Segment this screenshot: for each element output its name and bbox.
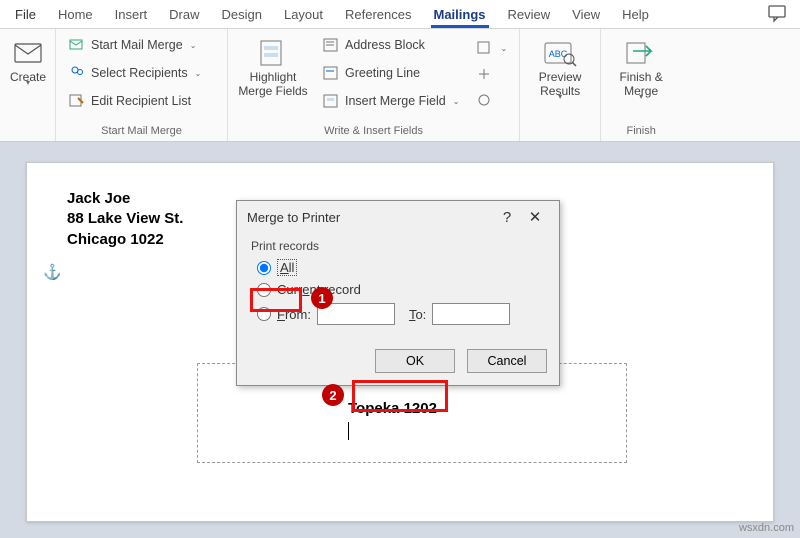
group-label-start-mail-merge: Start Mail Merge <box>64 122 219 141</box>
preview-results-button[interactable]: ABC Preview Results ▾ <box>528 33 592 103</box>
annotation-badge-2: 2 <box>322 384 344 406</box>
select-recipients-button[interactable]: Select Recipients ⌄ <box>64 61 205 85</box>
chevron-down-icon: ▾ <box>26 78 30 87</box>
tab-insert[interactable]: Insert <box>104 3 159 26</box>
edit-recipient-list-button[interactable]: Edit Recipient List <box>64 89 205 113</box>
tab-file[interactable]: File <box>4 3 47 26</box>
chevron-down-icon: ⌄ <box>195 69 202 78</box>
svg-text:ABC: ABC <box>549 49 568 59</box>
tab-layout[interactable]: Layout <box>273 3 334 26</box>
mail-merge-icon <box>68 36 86 54</box>
tab-references[interactable]: References <box>334 3 422 26</box>
tab-view[interactable]: View <box>561 3 611 26</box>
dialog-close-button[interactable]: ✕ <box>521 208 549 226</box>
envelope-icon <box>14 37 42 69</box>
update-labels-button[interactable] <box>471 89 511 111</box>
text-cursor <box>348 422 349 440</box>
rules-button[interactable]: ⌄ <box>471 37 511 59</box>
chevron-down-icon: ⌄ <box>190 41 197 50</box>
start-mail-merge-button[interactable]: Start Mail Merge ⌄ <box>64 33 205 57</box>
chevron-down-icon: ▾ <box>639 92 643 101</box>
address-block-icon <box>322 36 340 54</box>
finish-icon <box>625 37 657 69</box>
annotation-badge-1: 1 <box>311 287 333 309</box>
to-input[interactable] <box>432 303 510 325</box>
radio-from[interactable] <box>257 307 271 321</box>
finish-merge-button[interactable]: Finish & Merge ▾ <box>609 33 673 103</box>
chevron-down-icon: ▾ <box>558 92 562 101</box>
merge-field-icon <box>322 92 340 110</box>
dialog-titlebar[interactable]: Merge to Printer ? ✕ <box>237 201 559 233</box>
tab-home[interactable]: Home <box>47 3 104 26</box>
menu-tabs: File Home Insert Draw Design Layout Refe… <box>0 0 800 28</box>
print-records-label: Print records <box>251 239 545 253</box>
tab-review[interactable]: Review <box>497 3 562 26</box>
insert-merge-field-button[interactable]: Insert Merge Field ⌄ <box>318 89 463 113</box>
group-label-write-insert: Write & Insert Fields <box>236 122 511 141</box>
comments-button[interactable] <box>760 1 796 27</box>
label-text: Topeka 1202 <box>348 400 437 417</box>
dialog-help-button[interactable]: ? <box>493 209 521 226</box>
highlight-icon <box>258 37 288 69</box>
merge-to-printer-dialog: Merge to Printer ? ✕ Print records All C… <box>236 200 560 386</box>
edit-list-icon <box>68 92 86 110</box>
radio-current[interactable] <box>257 283 271 297</box>
create-envelopes-button[interactable]: Create ▾ <box>8 33 48 89</box>
tab-design[interactable]: Design <box>211 3 273 26</box>
tab-draw[interactable]: Draw <box>158 3 210 26</box>
preview-icon: ABC <box>543 37 577 69</box>
to-label: To: <box>409 307 426 322</box>
radio-all[interactable] <box>257 261 271 275</box>
update-icon <box>475 91 493 109</box>
rules-icon <box>475 39 493 57</box>
tab-mailings[interactable]: Mailings <box>423 3 497 26</box>
tab-help[interactable]: Help <box>611 3 660 26</box>
anchor-icon: ⚓ <box>43 263 62 281</box>
option-all[interactable]: All <box>257 259 545 276</box>
ok-button[interactable]: OK <box>375 349 455 373</box>
from-label: From: <box>277 307 311 322</box>
match-icon <box>475 65 493 83</box>
greeting-icon <box>322 64 340 82</box>
dialog-title: Merge to Printer <box>247 210 340 225</box>
greeting-line-button[interactable]: Greeting Line <box>318 61 463 85</box>
match-fields-button[interactable] <box>471 63 511 85</box>
highlight-merge-fields-button[interactable]: Highlight Merge Fields <box>236 33 310 103</box>
ribbon: Create ▾ Start Mail Merge ⌄ Select Recip… <box>0 28 800 142</box>
group-label-finish: Finish <box>609 122 673 141</box>
recipients-icon <box>68 64 86 82</box>
chevron-down-icon: ⌄ <box>453 97 460 106</box>
option-current-record[interactable]: Current record <box>257 282 545 297</box>
cancel-button[interactable]: Cancel <box>467 349 547 373</box>
watermark: wsxdn.com <box>739 522 794 534</box>
address-block-button[interactable]: Address Block <box>318 33 463 57</box>
highlight-label: Highlight Merge Fields <box>238 71 307 99</box>
